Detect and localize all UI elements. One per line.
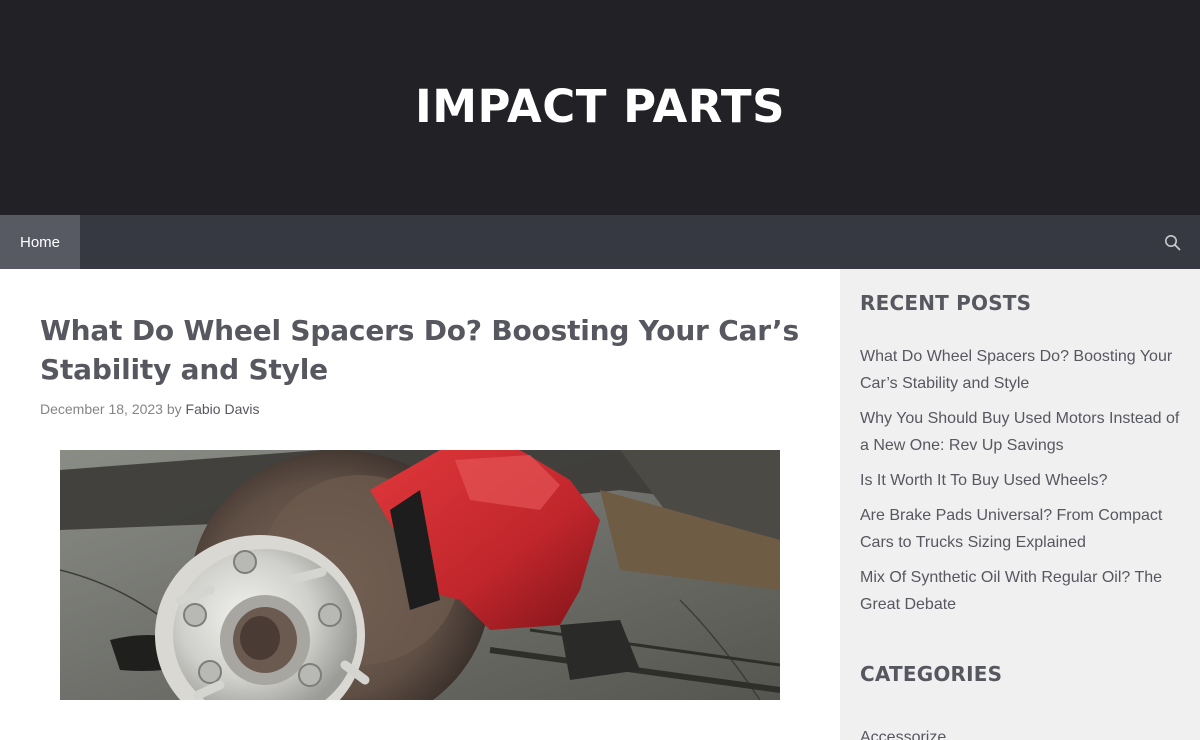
recent-post-link[interactable]: Are Brake Pads Universal? From Compact C…	[860, 502, 1180, 556]
main-navigation: Home	[0, 215, 1200, 269]
post-meta: December 18, 2023 by Fabio Davis	[40, 401, 800, 417]
search-button[interactable]	[1144, 215, 1200, 269]
site-header: IMPACT PARTS	[0, 0, 1200, 215]
recent-post-link[interactable]: What Do Wheel Spacers Do? Boosting Your …	[860, 343, 1180, 397]
recent-posts-title: RECENT POSTS	[860, 291, 1032, 315]
post-author[interactable]: Fabio Davis	[186, 401, 260, 417]
post-title[interactable]: What Do Wheel Spacers Do? Boosting Your …	[40, 311, 800, 389]
content-area: What Do Wheel Spacers Do? Boosting Your …	[0, 269, 1200, 740]
featured-image	[60, 450, 780, 700]
recent-post-link[interactable]: Why You Should Buy Used Motors Instead o…	[860, 405, 1180, 459]
search-icon	[1164, 234, 1180, 250]
recent-post-link[interactable]: Is It Worth It To Buy Used Wheels?	[860, 467, 1180, 494]
nav-item-home[interactable]: Home	[0, 215, 81, 269]
categories-title: CATEGORIES	[860, 662, 1003, 686]
categories-list: Accessorize	[860, 724, 1180, 740]
recent-posts-list: What Do Wheel Spacers Do? Boosting Your …	[860, 343, 1180, 618]
sidebar: RECENT POSTS What Do Wheel Spacers Do? B…	[840, 269, 1200, 740]
post-by: by	[166, 401, 182, 417]
wheel-spacer-photo	[60, 450, 780, 700]
main-content: What Do Wheel Spacers Do? Boosting Your …	[0, 269, 840, 740]
category-link[interactable]: Accessorize	[860, 724, 1180, 740]
post-date[interactable]: December 18, 2023	[40, 401, 163, 417]
site-title[interactable]: IMPACT PARTS	[415, 80, 785, 133]
recent-post-link[interactable]: Mix Of Synthetic Oil With Regular Oil? T…	[860, 564, 1180, 618]
